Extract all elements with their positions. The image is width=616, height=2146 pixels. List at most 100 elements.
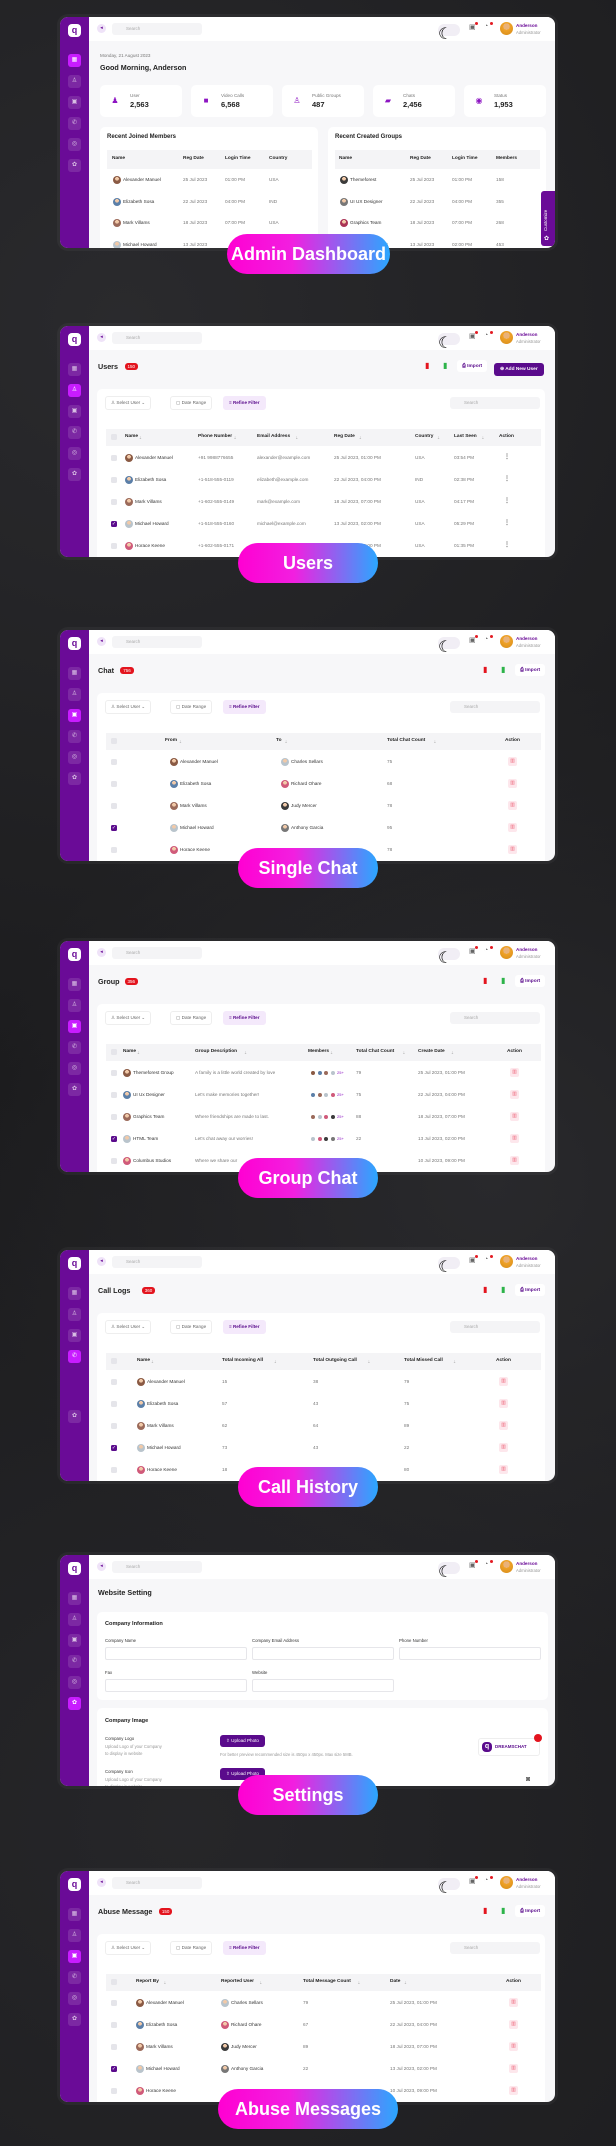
sidebar-item-calls[interactable]: ✆: [68, 426, 81, 439]
sidebar-item-calls[interactable]: ✆: [68, 117, 81, 130]
delete-button[interactable]: ▥: [509, 2064, 518, 2073]
date-range-button[interactable]: ▢ Date Range: [170, 1320, 213, 1334]
user-avatar[interactable]: [500, 1255, 513, 1268]
app-logo[interactable]: q: [68, 1257, 81, 1270]
more-options-icon[interactable]: ⋮: [504, 475, 510, 482]
sidebar-toggle-icon[interactable]: ◂: [97, 333, 106, 342]
app-logo[interactable]: q: [68, 1878, 81, 1891]
camera-icon[interactable]: ◙: [526, 1776, 530, 1783]
column-header[interactable]: Name: [123, 1049, 136, 1054]
remove-logo-button[interactable]: [534, 1734, 542, 1742]
sidebar-item-users[interactable]: ♙: [68, 688, 81, 701]
sort-icon[interactable]: ⇣: [402, 1050, 405, 1055]
row-checkbox[interactable]: [111, 803, 117, 809]
sidebar-item-users[interactable]: ♙: [68, 75, 81, 88]
row-checkbox[interactable]: ✓: [111, 2066, 117, 2072]
global-search-input[interactable]: Search: [112, 23, 202, 35]
sidebar-item-dashboard[interactable]: ▦: [68, 363, 81, 376]
column-header[interactable]: Group Description: [195, 1049, 237, 1054]
table-search-input[interactable]: Search: [450, 397, 540, 409]
sidebar-item-calls[interactable]: ✆: [68, 1655, 81, 1668]
sort-icon[interactable]: ⇣: [433, 739, 436, 744]
sidebar-toggle-icon[interactable]: ◂: [97, 1257, 106, 1266]
sidebar-item-settings[interactable]: ✿: [68, 2013, 81, 2026]
sort-icon[interactable]: ⇣: [437, 435, 440, 440]
sort-icon[interactable]: ⇣: [359, 435, 362, 440]
sidebar-item-status[interactable]: ◎: [68, 1062, 81, 1075]
row-checkbox[interactable]: [111, 1467, 117, 1473]
column-header[interactable]: Reported User: [221, 1979, 254, 1984]
delete-button[interactable]: ▥: [509, 2042, 518, 2051]
sidebar-item-chat[interactable]: ▣: [68, 1020, 81, 1033]
user-avatar[interactable]: [500, 22, 513, 35]
delete-button[interactable]: ▥: [510, 1112, 519, 1121]
refine-filter-button[interactable]: ≡ Refine Filter: [223, 396, 266, 410]
sidebar-item-status[interactable]: ◎: [68, 751, 81, 764]
row-checkbox[interactable]: [111, 1423, 117, 1429]
column-header[interactable]: Phone Number: [198, 434, 232, 439]
column-header[interactable]: Total Message Count: [303, 1979, 351, 1984]
sort-icon[interactable]: ⇣: [163, 1980, 166, 1985]
sidebar-toggle-icon[interactable]: ◂: [97, 637, 106, 646]
refine-filter-button[interactable]: ≡ Refine Filter: [223, 1320, 266, 1334]
select-user-dropdown[interactable]: ♙ Select User ⌄: [105, 1941, 152, 1955]
sort-icon[interactable]: ⇣: [151, 1359, 154, 1364]
sort-icon[interactable]: ⇣: [137, 1050, 140, 1055]
more-options-icon[interactable]: ⋮: [504, 519, 510, 526]
delete-button[interactable]: ▥: [508, 845, 517, 854]
sidebar-item-calls[interactable]: ✆: [68, 730, 81, 743]
upload-logo-button[interactable]: ⇧ Upload Photo: [220, 1735, 265, 1747]
user-avatar[interactable]: [500, 946, 513, 959]
delete-button[interactable]: ▥: [499, 1421, 508, 1430]
row-checkbox[interactable]: [111, 2088, 117, 2094]
sidebar-item-chat[interactable]: ▣: [68, 1329, 81, 1342]
company-name-input[interactable]: [105, 1647, 247, 1660]
delete-button[interactable]: ▥: [509, 2020, 518, 2029]
theme-toggle[interactable]: ☾: [438, 1562, 460, 1581]
row-checkbox[interactable]: [111, 781, 117, 787]
row-checkbox[interactable]: [111, 847, 117, 853]
column-header[interactable]: Total Chat Count: [356, 1049, 394, 1054]
theme-toggle[interactable]: ☾: [438, 333, 460, 352]
global-search-input[interactable]: Search: [112, 1877, 202, 1889]
sidebar-item-settings[interactable]: ✿: [68, 1697, 81, 1710]
delete-button[interactable]: ▥: [510, 1068, 519, 1077]
sidebar-item-chat[interactable]: ▣: [68, 96, 81, 109]
more-options-icon[interactable]: ⋮: [504, 453, 510, 460]
phone-number-input[interactable]: [399, 1647, 541, 1660]
sidebar-item-settings[interactable]: ✿: [68, 1410, 81, 1423]
row-checkbox[interactable]: [111, 2022, 117, 2028]
column-header[interactable]: Date: [390, 1979, 400, 1984]
sidebar-toggle-icon[interactable]: ◂: [97, 948, 106, 957]
sidebar-item-dashboard[interactable]: ▦: [68, 1592, 81, 1605]
column-header[interactable]: Email Address: [257, 434, 290, 439]
sort-icon[interactable]: ⇣: [357, 1980, 360, 1985]
excel-export-icon[interactable]: ▮: [443, 361, 447, 370]
row-checkbox[interactable]: [111, 1092, 117, 1098]
delete-button[interactable]: ▥: [509, 2086, 518, 2095]
column-header[interactable]: Create Date: [418, 1049, 445, 1054]
column-header[interactable]: Total Missed Call: [404, 1358, 443, 1363]
app-logo[interactable]: q: [68, 333, 81, 346]
sidebar-item-status[interactable]: ◎: [68, 1992, 81, 2005]
row-checkbox[interactable]: ✓: [111, 521, 117, 527]
refine-filter-button[interactable]: ≡ Refine Filter: [223, 700, 266, 714]
app-logo[interactable]: q: [68, 24, 81, 37]
column-header[interactable]: Country: [415, 434, 433, 439]
user-avatar[interactable]: [500, 331, 513, 344]
pdf-export-icon[interactable]: ▮: [483, 976, 487, 985]
sidebar-item-users[interactable]: ♙: [68, 999, 81, 1012]
delete-button[interactable]: ▥: [508, 823, 517, 832]
column-header[interactable]: Total Chat Count: [387, 738, 425, 743]
sort-icon[interactable]: ⇣: [453, 1359, 456, 1364]
website-input[interactable]: [252, 1679, 394, 1692]
pdf-export-icon[interactable]: ▮: [483, 665, 487, 674]
select-all-checkbox[interactable]: [111, 1049, 117, 1055]
delete-button[interactable]: ▥: [510, 1156, 519, 1165]
sort-icon[interactable]: ⇣: [404, 1980, 407, 1985]
excel-export-icon[interactable]: ▮: [501, 1285, 505, 1294]
user-avatar[interactable]: [500, 1876, 513, 1889]
global-search-input[interactable]: Search: [112, 1256, 202, 1268]
sort-icon[interactable]: ⇣: [259, 1980, 262, 1985]
sidebar-item-settings[interactable]: ✿: [68, 1083, 81, 1096]
